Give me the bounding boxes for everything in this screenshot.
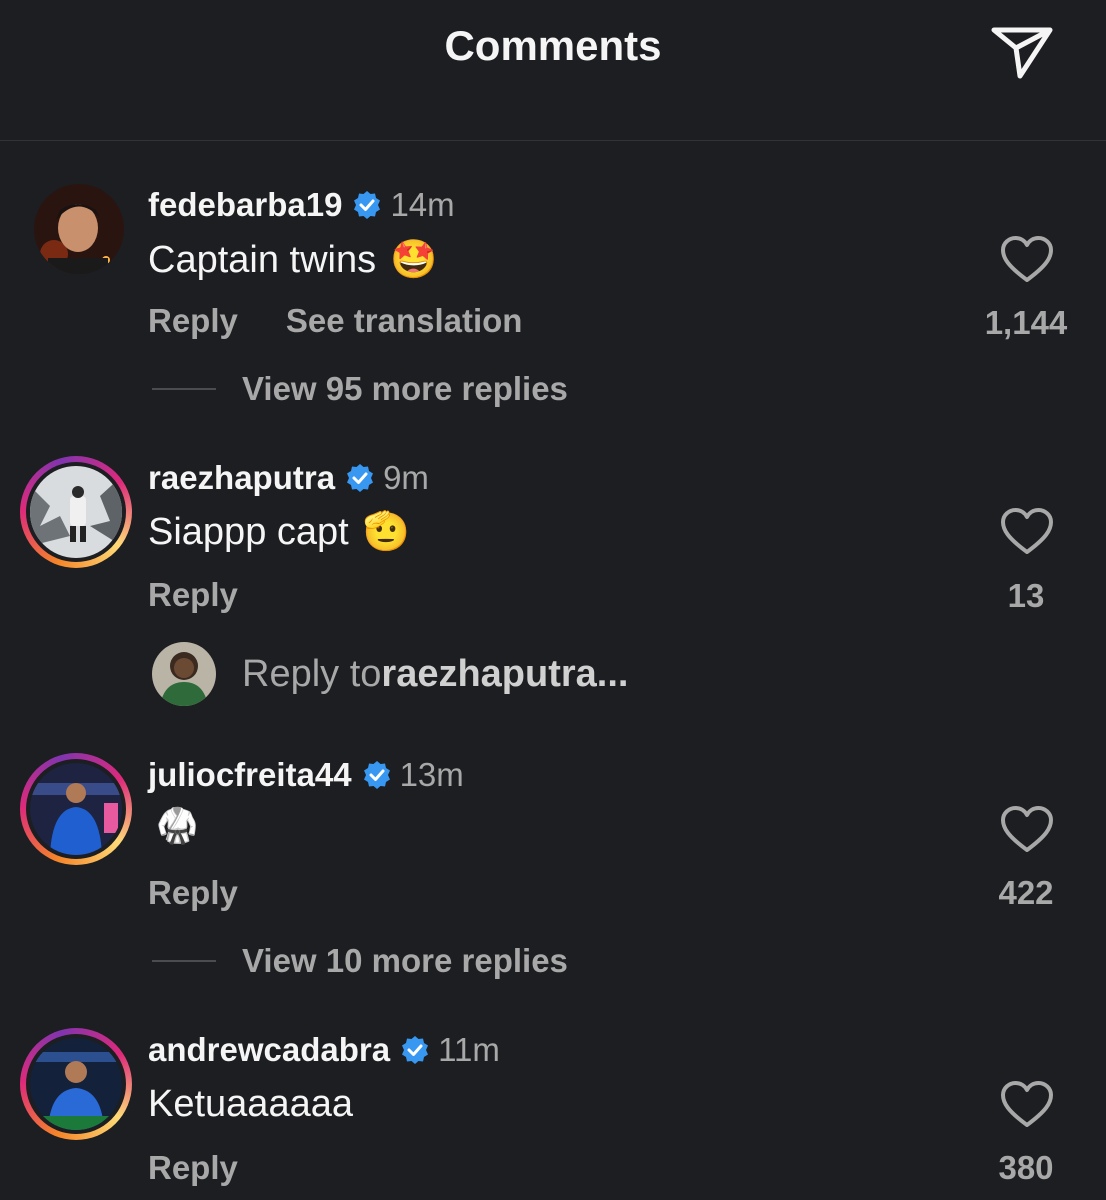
username[interactable]: raezhaputra (148, 459, 335, 497)
heart-icon[interactable] (1000, 1081, 1054, 1129)
timestamp: 14m (390, 186, 455, 223)
heart-icon[interactable] (1000, 806, 1054, 854)
timestamp: 13m (399, 756, 464, 793)
view-replies-button[interactable]: View 95 more replies (152, 370, 568, 408)
timestamp: 11m (438, 1031, 500, 1068)
username[interactable]: juliocfreita44 (148, 756, 352, 794)
comment-actions: Reply (148, 1149, 238, 1187)
comment-body: Captain twins 🤩 (148, 238, 437, 282)
story-ring[interactable] (20, 1028, 132, 1140)
like-count: 13 (1007, 577, 1045, 614)
avatar[interactable] (30, 1038, 122, 1130)
story-ring[interactable] (20, 753, 132, 865)
comment-actions: Reply See translation (148, 302, 522, 340)
comment-header: juliocfreita44 13m (148, 756, 464, 794)
reply-button[interactable]: Reply (148, 302, 238, 340)
saluting-face-emoji: 🫡 (362, 511, 411, 553)
page-title: Comments (444, 22, 662, 69)
like-count: 422 (998, 874, 1054, 911)
reply-prompt-target: raezhaputra... (381, 652, 629, 695)
martial-arts-uniform-emoji: 🥋 (156, 807, 199, 845)
username[interactable]: andrewcadabra (148, 1031, 390, 1069)
verified-badge-icon (347, 464, 374, 492)
verified-badge-icon (402, 1036, 429, 1064)
avatar[interactable] (34, 184, 124, 274)
comment-body: Ketuaaaaaa (148, 1083, 353, 1126)
see-translation-button[interactable]: See translation (286, 302, 523, 340)
reply-button[interactable]: Reply (148, 576, 238, 614)
view-replies-label: View 95 more replies (242, 370, 568, 407)
heart-icon[interactable] (1000, 236, 1054, 284)
view-replies-button[interactable]: View 10 more replies (152, 942, 568, 980)
reply-prompt-prefix: Reply to (242, 652, 382, 695)
comments-header: Comments (0, 0, 1106, 141)
view-replies-label: View 10 more replies (242, 942, 568, 979)
comment-text: Ketuaaaaaa (148, 1083, 353, 1125)
star-struck-emoji: 🤩 (390, 239, 438, 281)
timestamp: 9m (383, 459, 429, 496)
comment-header: raezhaputra 9m (148, 459, 429, 497)
divider (152, 388, 216, 390)
verified-badge-icon (354, 191, 381, 219)
comment-header: fedebarba19 14m (148, 186, 455, 224)
comment-actions: Reply (148, 576, 238, 614)
username[interactable]: fedebarba19 (148, 186, 342, 224)
reply-button[interactable]: Reply (148, 874, 238, 912)
story-ring[interactable] (20, 456, 132, 568)
avatar[interactable] (30, 763, 122, 855)
comment-text: Siappp capt (148, 510, 349, 553)
current-user-avatar (152, 642, 216, 706)
reply-prompt[interactable]: Reply to raezhaputra... (152, 642, 628, 706)
comment-body: 🥋 (148, 806, 198, 846)
comment-header: andrewcadabra 11m (148, 1031, 500, 1069)
avatar[interactable] (30, 466, 122, 558)
send-icon[interactable] (986, 22, 1058, 82)
like-count: 380 (998, 1149, 1054, 1186)
like-count: 1,144 (984, 304, 1068, 341)
reply-button[interactable]: Reply (148, 1149, 238, 1187)
comment-body: Siappp capt 🫡 (148, 510, 410, 554)
divider (152, 960, 216, 962)
comment-actions: Reply (148, 874, 238, 912)
verified-badge-icon (363, 761, 390, 789)
comment-text: Captain twins (148, 238, 377, 281)
heart-icon[interactable] (1000, 508, 1054, 556)
